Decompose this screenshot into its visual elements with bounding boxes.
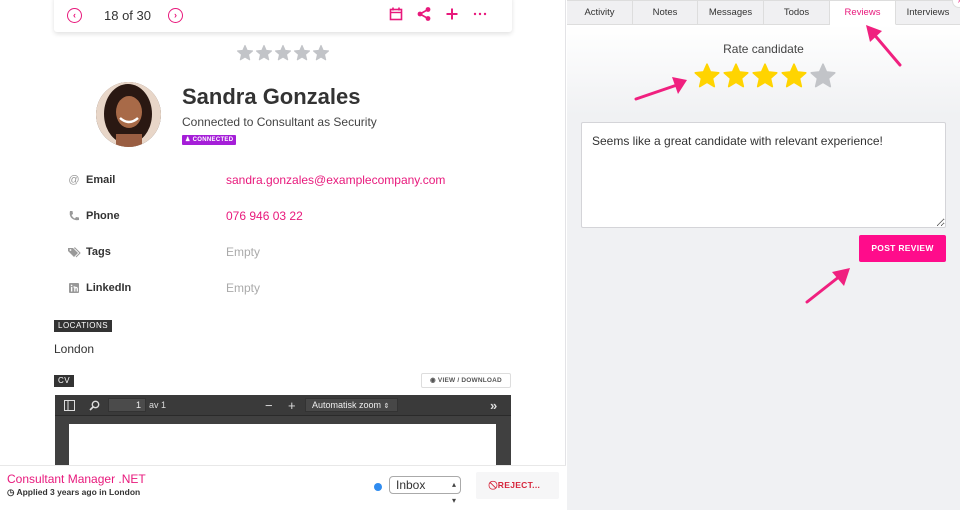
candidate-rating-display [236, 44, 330, 62]
location-value: London [54, 342, 95, 356]
post-review-button[interactable]: POST REVIEW [859, 235, 946, 262]
more-icon[interactable] [472, 6, 488, 22]
tab-interviews[interactable]: Interviews [896, 0, 960, 25]
pdf-toolbar: 1 av 1 − + Automatisk zoom ⇕ » [55, 395, 511, 416]
connected-badge-label: CONNECTED [192, 137, 234, 143]
candidate-name: Sandra Gonzales [182, 84, 361, 109]
application-footer: Consultant Manager .NET ◷ Applied 3 year… [0, 465, 566, 510]
phone-icon [69, 211, 79, 221]
app-root: ‹ 18 of 30 › Sandra Gonzales Connected t… [0, 0, 960, 510]
calendar-icon[interactable] [388, 6, 404, 22]
star-filled-icon[interactable] [780, 62, 808, 90]
star-empty-icon[interactable] [809, 62, 837, 90]
cv-heading: CV [54, 375, 75, 387]
side-panel: Activity Notes Messages Todos Reviews In… [567, 0, 960, 510]
field-email: @ Email sandra.gonzales@examplecompany.c… [68, 172, 528, 190]
user-icon: ♟ [185, 137, 193, 143]
star-empty-icon [236, 44, 254, 61]
tags-icon [68, 247, 81, 258]
candidate-position: 18 of 30 [104, 8, 151, 23]
field-label: LinkedIn [86, 282, 132, 294]
connected-status-badge: ♟ CONNECTED [182, 135, 237, 145]
stage-select[interactable]: Inbox ▴ ▾ [389, 476, 461, 505]
pdf-zoom-select[interactable]: Automatisk zoom ⇕ [305, 398, 398, 412]
star-filled-icon[interactable] [722, 62, 750, 90]
avatar-photo [96, 82, 161, 147]
field-label: Email [86, 174, 116, 186]
field-tags: Tags Empty [68, 244, 528, 262]
pdf-more-tools-button[interactable]: » [490, 395, 497, 416]
tab-activity[interactable]: Activity [567, 0, 633, 25]
locations-heading: LOCATIONS [54, 320, 113, 332]
candidate-subtitle: Connected to Consultant as Security [182, 115, 377, 129]
next-candidate-button[interactable]: › [168, 8, 183, 23]
view-download-button[interactable]: ◉ VIEW / DOWNLOAD [421, 373, 511, 388]
previous-candidate-button[interactable]: ‹ [67, 8, 82, 23]
plus-icon[interactable] [444, 6, 460, 22]
phone-link[interactable]: 076 946 03 22 [226, 209, 303, 223]
field-linkedin: LinkedIn Empty [68, 280, 528, 298]
pdf-page-count: av 1 [149, 400, 167, 410]
email-link[interactable]: sandra.gonzales@examplecompany.com [226, 173, 445, 187]
star-empty-icon [312, 44, 330, 61]
applied-text: Applied 3 years ago in London [16, 487, 141, 497]
review-textarea[interactable]: Seems like a great candidate with releva… [581, 122, 946, 228]
sidebar-toggle-icon[interactable] [64, 400, 75, 411]
pdf-page-input[interactable]: 1 [108, 398, 146, 412]
tab-todos[interactable]: Todos [764, 0, 830, 25]
field-phone: Phone 076 946 03 22 [68, 208, 528, 226]
select-arrows-icon: ⇕ [383, 403, 390, 410]
rate-candidate-label: Rate candidate [723, 42, 804, 56]
star-filled-icon[interactable] [751, 62, 779, 90]
zoom-out-button[interactable]: − [265, 395, 273, 416]
panel-tabs: Activity Notes Messages Todos Reviews In… [567, 0, 960, 25]
zoom-in-button[interactable]: + [288, 395, 296, 416]
field-label: Tags [86, 246, 111, 258]
cv-pdf-viewer: 1 av 1 − + Automatisk zoom ⇕ » [55, 395, 511, 474]
applied-info: ◷ Applied 3 years ago in London [7, 487, 140, 498]
star-empty-icon [274, 44, 292, 61]
view-download-label: VIEW / DOWNLOAD [437, 377, 502, 384]
eye-icon: ◉ [430, 377, 438, 384]
pdf-zoom-value: Automatisk zoom [312, 400, 382, 410]
reject-label: REJECT... [497, 480, 541, 490]
star-empty-icon [293, 44, 311, 61]
linkedin-icon [69, 283, 79, 293]
star-filled-icon[interactable] [693, 62, 721, 90]
reject-button[interactable]: ⃠ REJECT... [476, 472, 559, 499]
candidate-panel: ‹ 18 of 30 › Sandra Gonzales Connected t… [0, 0, 566, 510]
share-icon[interactable] [416, 6, 432, 22]
job-title-link[interactable]: Consultant Manager .NET [7, 472, 146, 486]
field-label: Phone [86, 210, 120, 222]
search-icon[interactable] [89, 400, 100, 411]
tags-value[interactable]: Empty [226, 245, 260, 259]
candidate-navigator: ‹ 18 of 30 › [54, 0, 512, 32]
stage-status-dot [374, 483, 382, 491]
tab-reviews[interactable]: Reviews [830, 0, 896, 25]
stage-value: Inbox [396, 478, 426, 492]
select-arrows-icon: ▴ ▾ [451, 480, 456, 505]
tab-notes[interactable]: Notes [633, 0, 698, 25]
at-icon: @ [68, 174, 80, 186]
rating-input [693, 62, 837, 90]
candidate-avatar [96, 82, 161, 147]
star-empty-icon [255, 44, 273, 61]
linkedin-value[interactable]: Empty [226, 281, 260, 295]
tab-messages[interactable]: Messages [698, 0, 764, 25]
